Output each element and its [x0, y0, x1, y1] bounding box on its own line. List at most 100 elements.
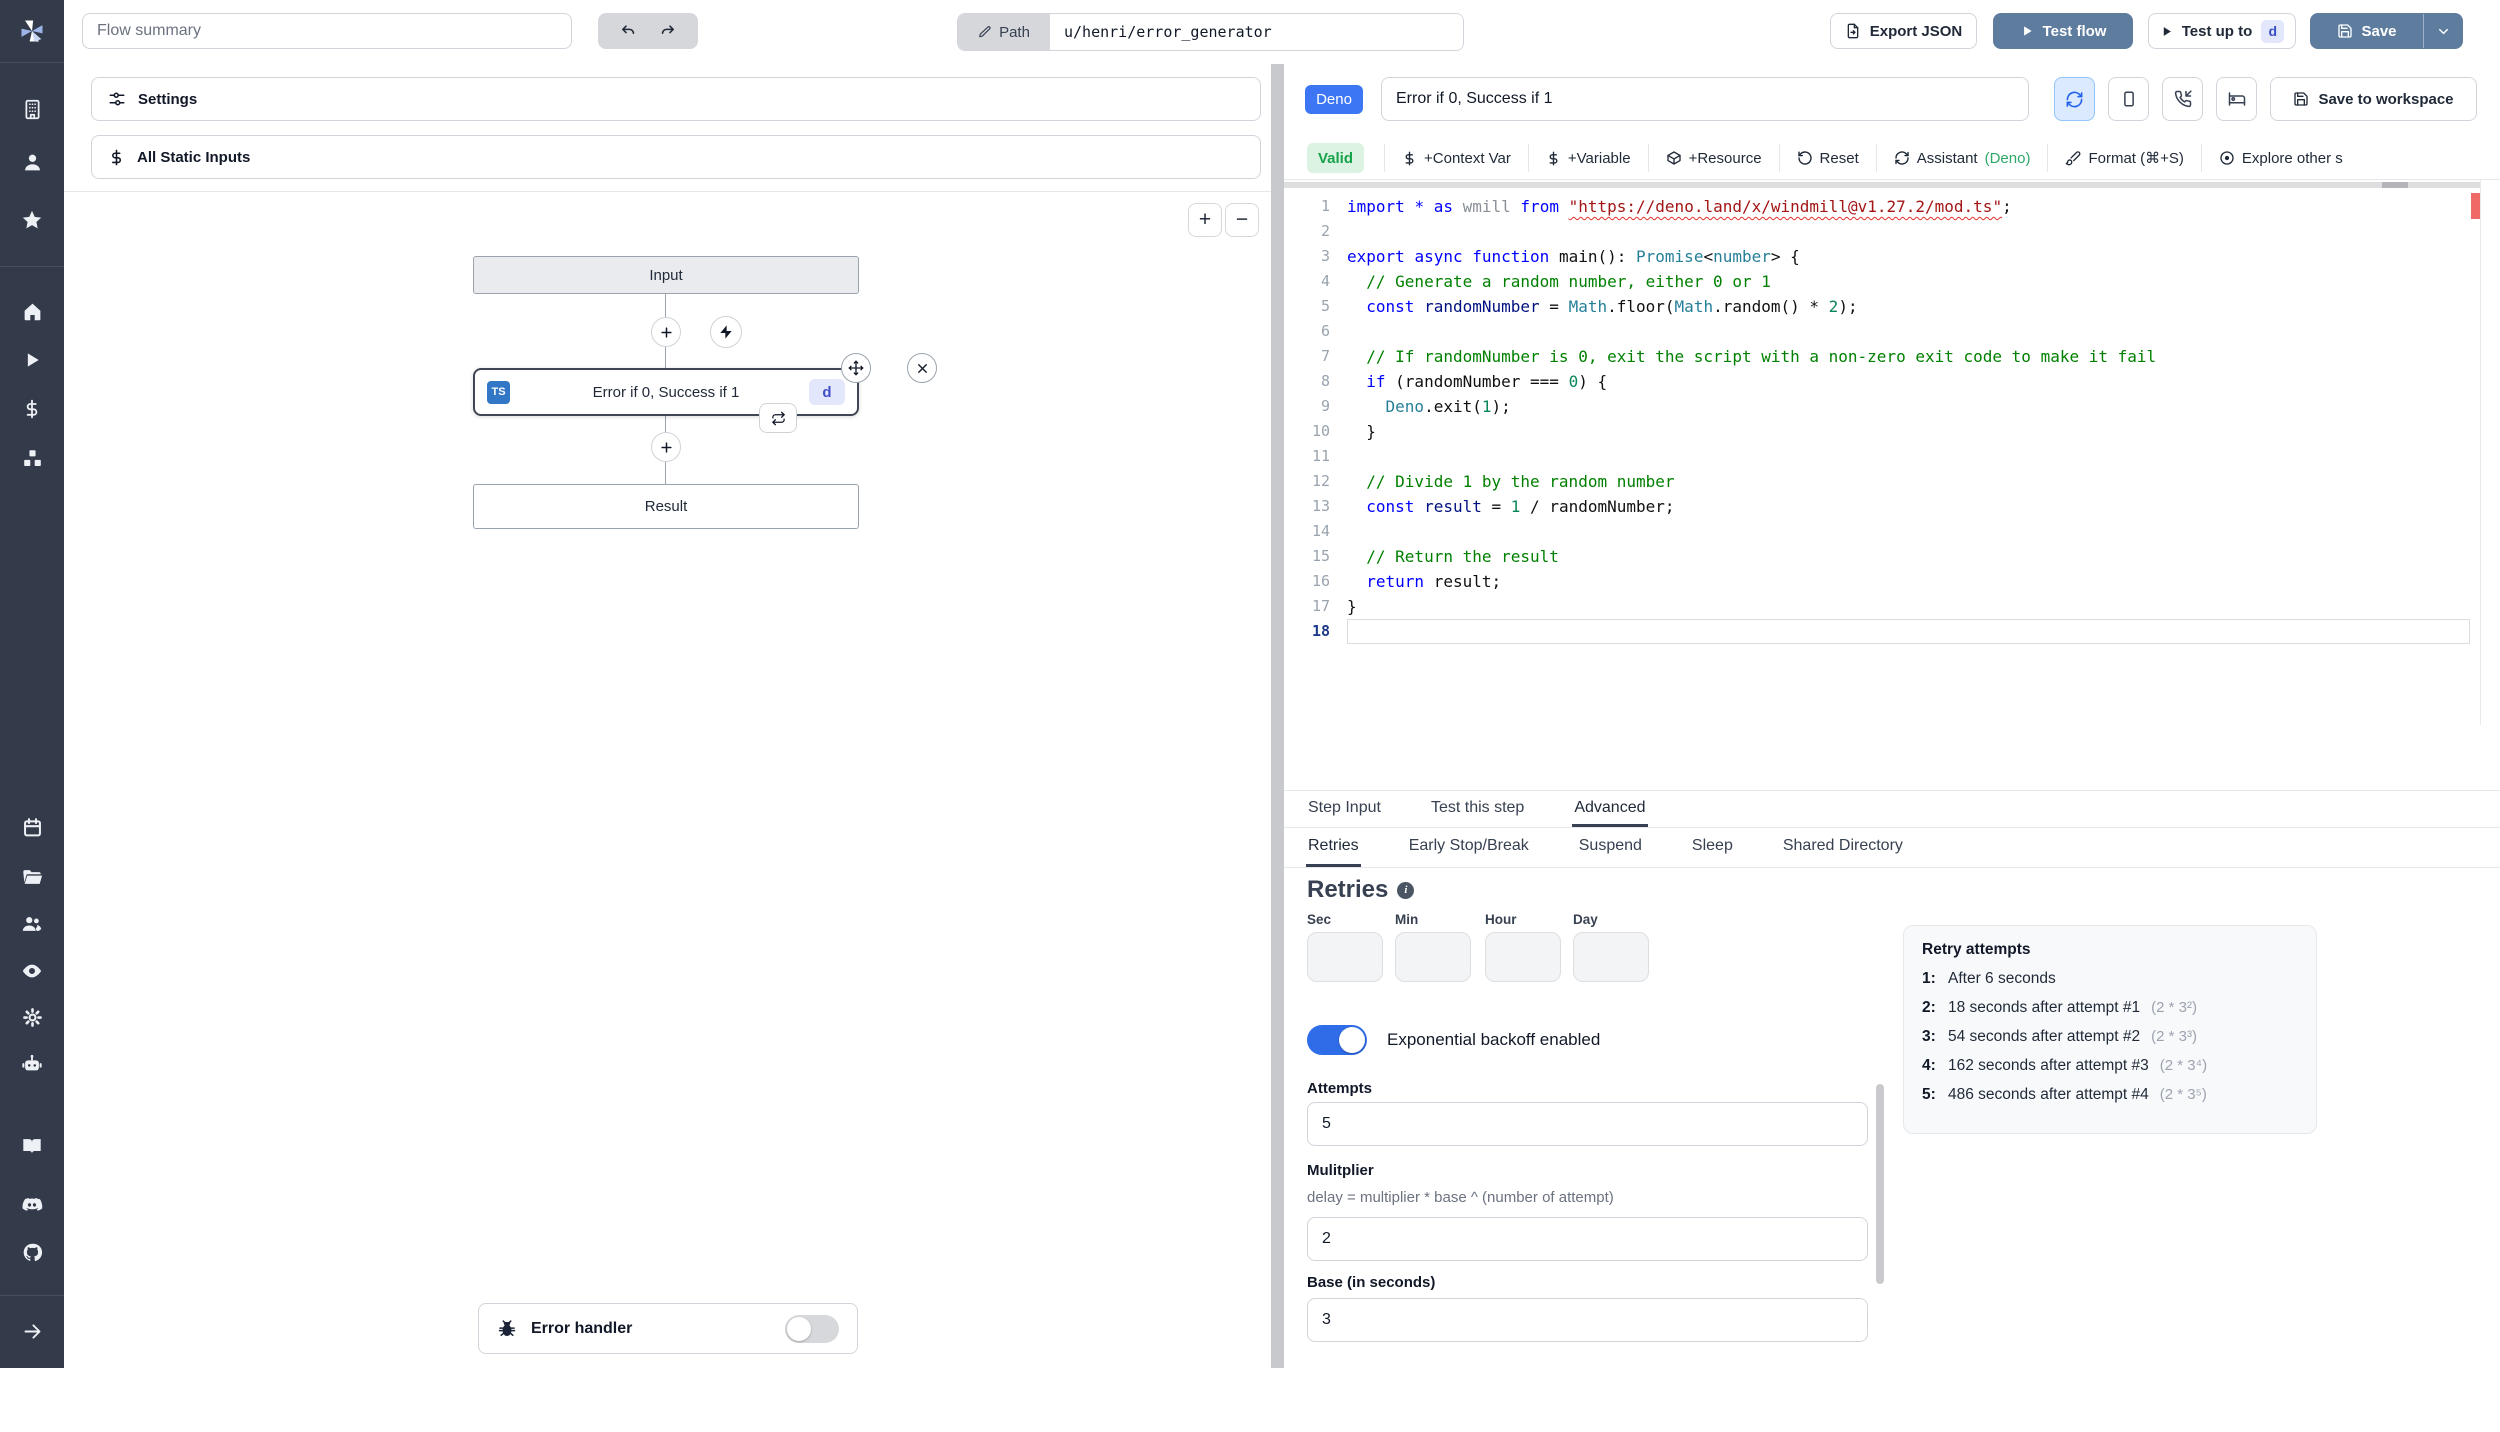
test-flow-button[interactable]: Test flow: [1993, 13, 2133, 49]
multiplier-input[interactable]: [1307, 1217, 1868, 1261]
info-icon[interactable]: i: [1397, 881, 1415, 899]
base-input[interactable]: [1307, 1298, 1868, 1342]
code-line[interactable]: 6: [1284, 319, 2470, 344]
step-key-badge[interactable]: d: [809, 379, 845, 405]
export-json-button[interactable]: Export JSON: [1830, 13, 1977, 49]
sidebar-item-folders[interactable]: [0, 866, 64, 888]
plus-icon: [659, 440, 674, 455]
sec-input[interactable]: [1307, 932, 1383, 982]
fullscreen-editor-button[interactable]: [2108, 77, 2149, 121]
code-line[interactable]: 5 const randomNumber = Math.floor(Math.r…: [1284, 294, 2470, 319]
undo-button[interactable]: [620, 23, 637, 40]
sidebar-item-favorites[interactable]: [0, 209, 64, 231]
sidebar-item-variables[interactable]: [0, 399, 64, 419]
code-line[interactable]: 10 }: [1284, 419, 2470, 444]
code-line[interactable]: 15 // Return the result: [1284, 544, 2470, 569]
discord-icon[interactable]: [0, 1194, 64, 1216]
sidebar-item-resources[interactable]: [0, 448, 64, 469]
trigger-button[interactable]: [710, 316, 742, 348]
code-line[interactable]: 8 if (randomNumber === 0) {: [1284, 369, 2470, 394]
save-to-workspace-button[interactable]: Save to workspace: [2270, 77, 2477, 121]
sleep-step-button[interactable]: [2216, 77, 2257, 121]
code-line[interactable]: 18: [1284, 619, 2470, 644]
result-node[interactable]: Result: [473, 484, 859, 529]
min-input[interactable]: [1395, 932, 1471, 982]
attempts-input[interactable]: [1307, 1102, 1868, 1146]
code-line[interactable]: 2: [1284, 219, 2470, 244]
error-handler-toggle[interactable]: [785, 1314, 839, 1343]
code-line[interactable]: 1 import * as wmill from "https://deno.la…: [1284, 194, 2470, 219]
path-chip[interactable]: Path: [958, 14, 1050, 50]
tab-sleep[interactable]: Sleep: [1690, 828, 1735, 867]
error-handler-bar[interactable]: Error handler: [478, 1303, 858, 1354]
tab-step-input[interactable]: Step Input: [1306, 791, 1383, 827]
exponential-backoff-toggle[interactable]: [1307, 1025, 1367, 1055]
code-line[interactable]: 11: [1284, 444, 2470, 469]
static-inputs-row[interactable]: All Static Inputs: [91, 135, 1261, 179]
sidebar-item-runs[interactable]: [0, 350, 64, 370]
code-line[interactable]: 13 const result = 1 / randomNumber;: [1284, 494, 2470, 519]
windmill-logo-icon[interactable]: [0, 17, 64, 45]
sidebar-item-home[interactable]: [0, 301, 64, 322]
step-title-input[interactable]: [1381, 77, 2029, 121]
github-icon[interactable]: [0, 1242, 64, 1263]
editor-horizontal-scrollbar[interactable]: [1284, 182, 2480, 188]
tab-advanced[interactable]: Advanced: [1572, 791, 1648, 827]
retries-scrollbar[interactable]: [1876, 1084, 1884, 1284]
add-variable-button[interactable]: +Variable: [1529, 150, 1648, 167]
code-editor[interactable]: 1 import * as wmill from "https://deno.la…: [1284, 180, 2481, 725]
sync-code-button[interactable]: [2054, 77, 2095, 121]
code-line[interactable]: 16 return result;: [1284, 569, 2470, 594]
delete-step-button[interactable]: [907, 353, 937, 383]
move-step-button[interactable]: [841, 353, 871, 383]
code-line[interactable]: 9 Deno.exit(1);: [1284, 394, 2470, 419]
flow-summary-input[interactable]: [82, 13, 572, 49]
retries-heading: Retries i: [1307, 876, 1415, 904]
input-node[interactable]: Input: [473, 256, 859, 294]
format-button[interactable]: Format (⌘+S): [2048, 149, 2200, 167]
assistant-button[interactable]: Assistant (Deno): [1877, 150, 2048, 167]
webhook-button[interactable]: [2162, 77, 2203, 121]
tab-retries[interactable]: Retries: [1306, 828, 1361, 867]
insert-step-button[interactable]: [651, 432, 681, 462]
zoom-out-button[interactable]: −: [1225, 203, 1259, 237]
sidebar-item-settings[interactable]: [0, 1007, 64, 1028]
sidebar-item-workspace[interactable]: [0, 99, 64, 120]
explore-scripts-button[interactable]: Explore other s: [2202, 150, 2360, 167]
code-line[interactable]: 14: [1284, 519, 2470, 544]
zoom-in-button[interactable]: +: [1188, 203, 1222, 237]
code-line[interactable]: 17}: [1284, 594, 2470, 619]
tab-early-stop[interactable]: Early Stop/Break: [1407, 828, 1531, 867]
add-context-var-button[interactable]: +Context Var: [1385, 150, 1528, 167]
hour-input[interactable]: [1485, 932, 1561, 982]
code-line[interactable]: 7 // If randomNumber is 0, exit the scri…: [1284, 344, 2470, 369]
step-node-selected[interactable]: TS Error if 0, Success if 1 d: [473, 368, 859, 416]
redo-button[interactable]: [659, 23, 676, 40]
day-input[interactable]: [1573, 932, 1649, 982]
save-button[interactable]: Save: [2311, 14, 2423, 48]
flow-settings-row[interactable]: Settings: [91, 77, 1261, 121]
sidebar-item-user[interactable]: [0, 152, 64, 173]
code-line[interactable]: 12 // Divide 1 by the random number: [1284, 469, 2470, 494]
save-dropdown-button[interactable]: [2424, 14, 2462, 48]
sidebar-collapse-arrow-icon[interactable]: [0, 1321, 64, 1342]
tab-test-this-step[interactable]: Test this step: [1429, 791, 1526, 827]
retry-indicator-button[interactable]: [759, 403, 797, 433]
path-input[interactable]: [1050, 14, 1463, 50]
add-resource-button[interactable]: +Resource: [1649, 150, 1779, 167]
insert-step-button[interactable]: [651, 317, 681, 347]
sidebar-item-workers[interactable]: [0, 1053, 64, 1075]
sidebar-item-schedules[interactable]: [0, 817, 64, 838]
tab-suspend[interactable]: Suspend: [1577, 828, 1644, 867]
sidebar-item-docs[interactable]: [0, 1135, 64, 1157]
reset-button[interactable]: Reset: [1780, 150, 1876, 167]
code-line[interactable]: 4 // Generate a random number, either 0 …: [1284, 269, 2470, 294]
sidebar-item-audit-logs[interactable]: [0, 960, 64, 982]
flow-canvas[interactable]: + − Input TS Error if 0, Success if 1 d: [64, 191, 1271, 1369]
panel-splitter[interactable]: [1271, 64, 1284, 1368]
tab-shared-directory[interactable]: Shared Directory: [1781, 828, 1905, 867]
code-line[interactable]: 3 export async function main(): Promise<n…: [1284, 244, 2470, 269]
sidebar-divider: [0, 1295, 64, 1296]
sidebar-item-groups[interactable]: [0, 913, 64, 935]
test-up-to-button[interactable]: Test up to d: [2148, 13, 2296, 49]
